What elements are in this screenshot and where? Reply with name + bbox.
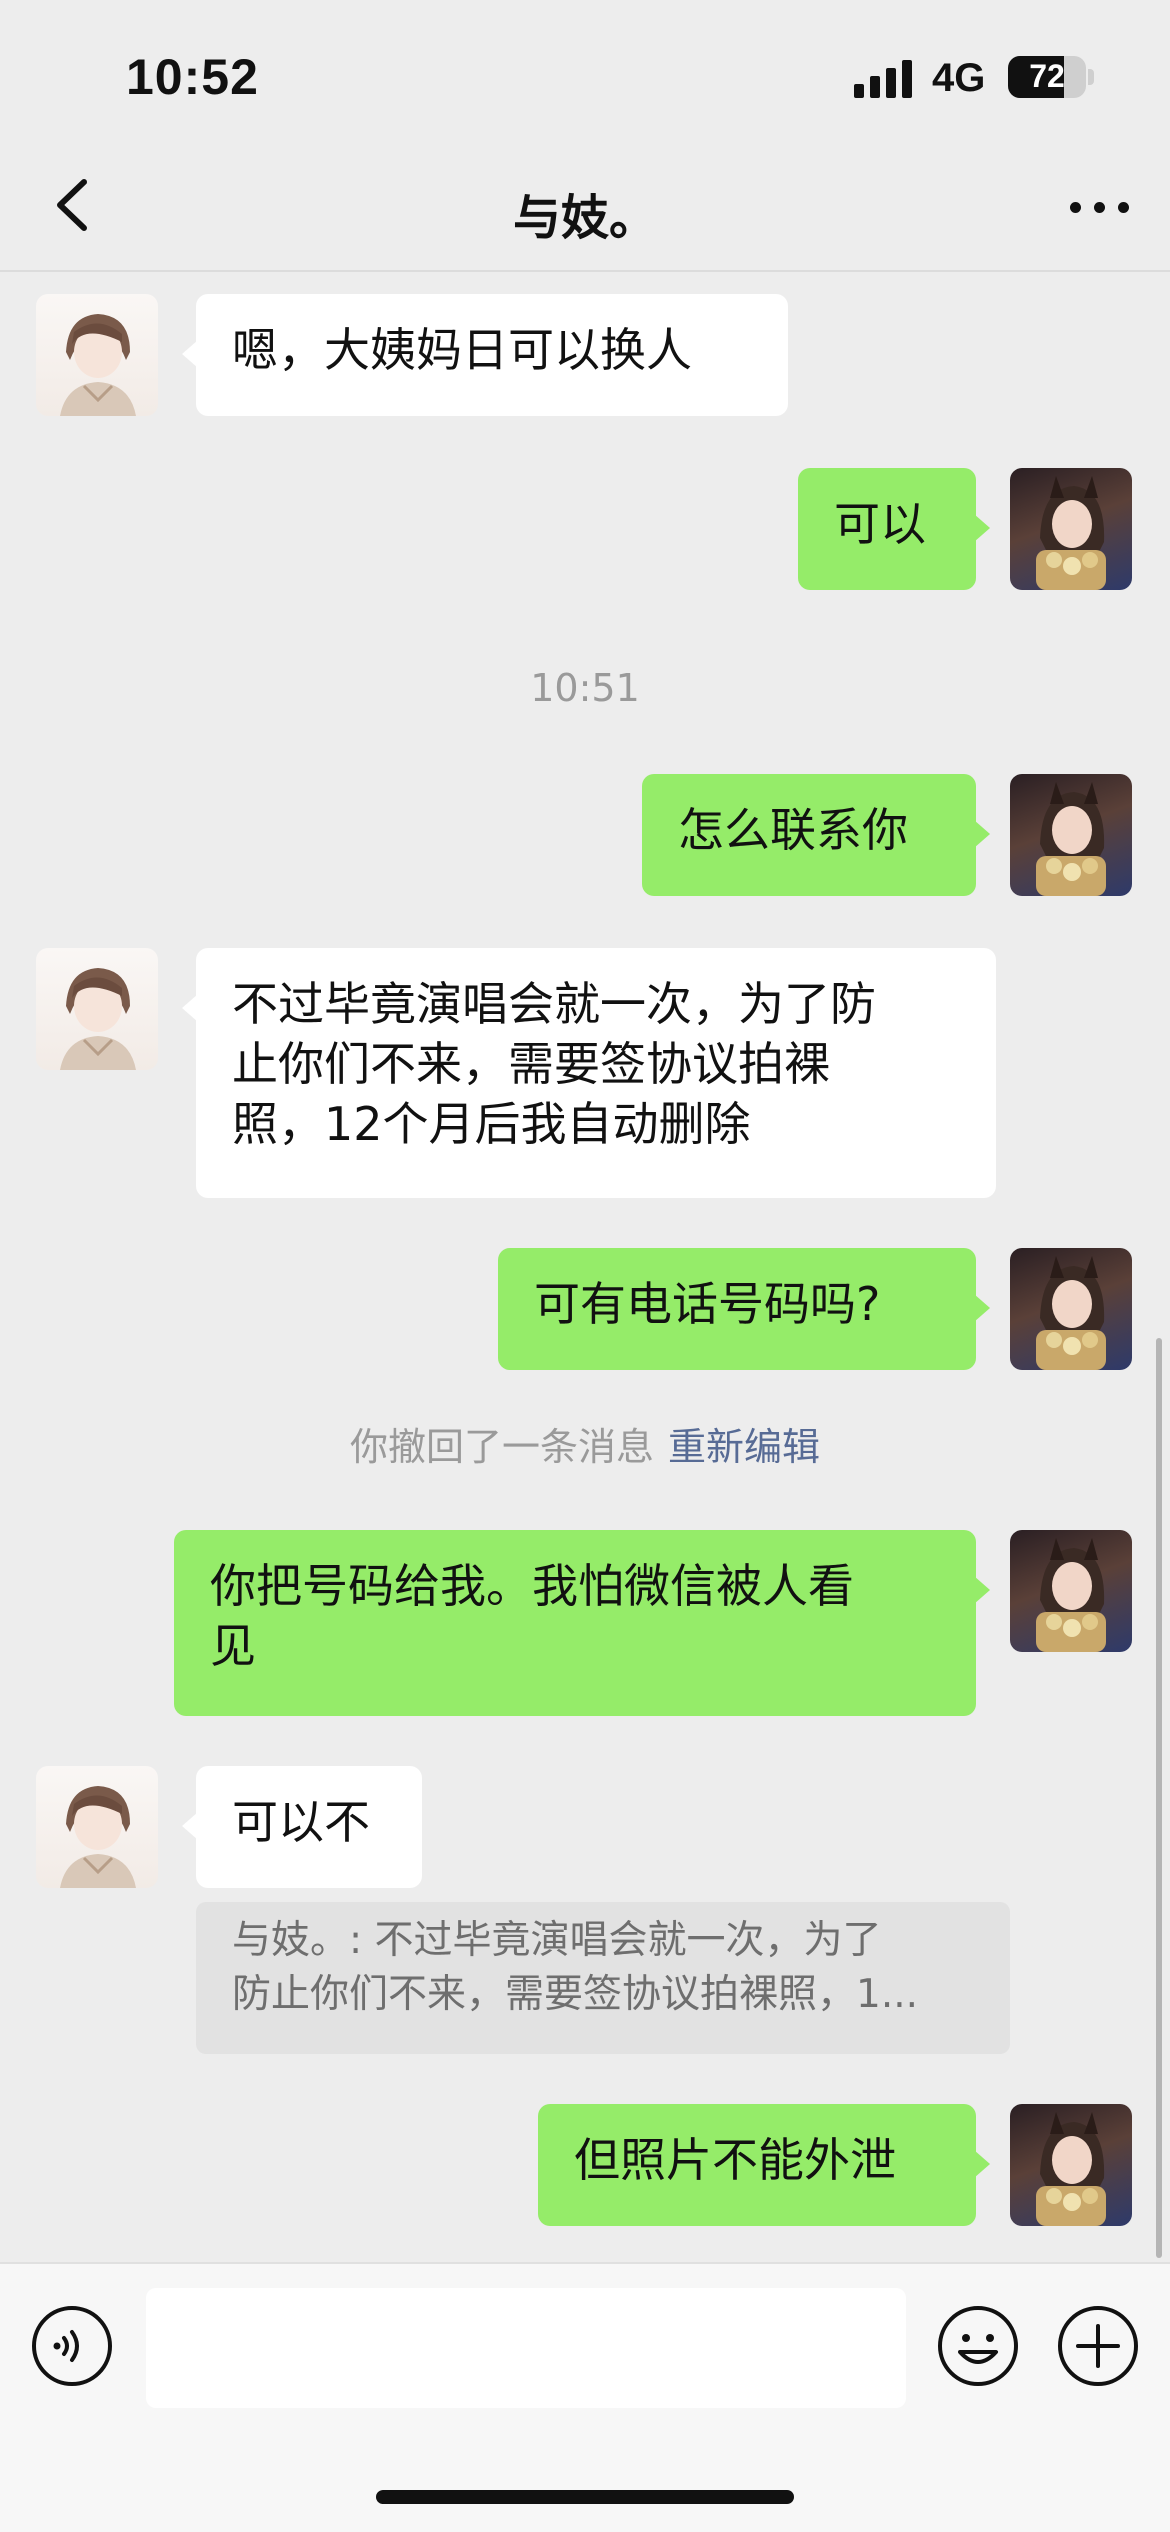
- message-timestamp: 10:51: [530, 666, 640, 710]
- my-avatar-image: [1036, 1256, 1106, 1370]
- message-input[interactable]: [146, 2288, 906, 2408]
- voice-button[interactable]: [30, 2304, 114, 2388]
- sent-message[interactable]: 可有电话号码吗?: [498, 1248, 990, 1370]
- more-functions-button[interactable]: [1056, 2304, 1140, 2388]
- message-text-line: 不过毕竟演唱会就一次，为了防: [232, 977, 876, 1031]
- network-type: 4G: [932, 56, 986, 100]
- battery-percent: 72: [1029, 58, 1065, 94]
- message-text: 但照片不能外泄: [574, 2133, 896, 2187]
- message-text: 可以不: [232, 1795, 370, 1849]
- re-edit-link[interactable]: 重新编辑: [668, 1425, 820, 1469]
- ellipsis-dot: [1118, 202, 1129, 213]
- status-time: 10:52: [126, 49, 259, 105]
- contact-avatar[interactable]: [36, 1766, 158, 1888]
- contact-avatar-image: [60, 1786, 136, 1888]
- status-bar: 10:52 4G 72: [0, 0, 1170, 140]
- sent-message[interactable]: 怎么联系你: [642, 774, 990, 896]
- chat-title: 与妓。: [512, 190, 657, 246]
- message-text-line: 照，12个月后我自动删除: [232, 1097, 751, 1151]
- plus-icon: [1058, 2306, 1138, 2386]
- emoji-icon: [938, 2306, 1018, 2386]
- sent-message[interactable]: 你把号码给我。我怕微信被人看 见: [174, 1530, 990, 1716]
- home-indicator[interactable]: [376, 2490, 794, 2504]
- message-list[interactable]: 嗯，大姨妈日可以换人 可以 10:51 怎么联系你 不过毕竟演唱会就一次，为了防…: [0, 274, 1170, 2260]
- message-text-line: 你把号码给我。我怕微信被人看: [210, 1559, 854, 1613]
- my-avatar[interactable]: [1010, 774, 1132, 896]
- my-avatar[interactable]: [1010, 1530, 1132, 1652]
- sent-message[interactable]: 但照片不能外泄: [538, 2104, 990, 2226]
- quote-line: 与妓。: 不过毕竟演唱会就一次，为了: [232, 1918, 882, 1963]
- received-message[interactable]: 嗯，大姨妈日可以换人: [182, 294, 788, 416]
- quote-line: 防止你们不来，需要签协议拍裸照，1...: [232, 1972, 919, 2017]
- recall-text: 你撤回了一条消息: [349, 1425, 654, 1469]
- my-avatar-image: [1036, 782, 1106, 896]
- message-text-line: 见: [210, 1619, 256, 1673]
- message-text: 怎么联系你: [678, 803, 908, 857]
- my-avatar[interactable]: [1010, 2104, 1132, 2226]
- battery-icon: 72: [1008, 56, 1086, 98]
- ellipsis-dot: [1094, 202, 1105, 213]
- voice-icon: [32, 2306, 112, 2386]
- received-message[interactable]: 不过毕竟演唱会就一次，为了防 止你们不来，需要签协议拍裸 照，12个月后我自动删…: [182, 948, 996, 1198]
- message-text: 可有电话号码吗?: [534, 1277, 881, 1331]
- my-avatar-image: [1036, 2112, 1106, 2226]
- emoji-button[interactable]: [936, 2304, 1020, 2388]
- ellipsis-icon: [1070, 202, 1081, 213]
- recall-notice: 你撤回了一条消息 重新编辑: [0, 1416, 1170, 1471]
- message-text-line: 止你们不来，需要签协议拍裸: [232, 1037, 830, 1091]
- contact-avatar[interactable]: [36, 294, 158, 416]
- my-avatar-image: [1036, 1538, 1106, 1652]
- more-button[interactable]: [1060, 182, 1140, 232]
- my-avatar[interactable]: [1010, 1248, 1132, 1370]
- battery-cap: [1088, 69, 1094, 85]
- received-message[interactable]: 可以不: [182, 1766, 422, 1888]
- contact-avatar-image: [60, 314, 136, 416]
- my-avatar-image: [1036, 476, 1106, 590]
- contact-avatar[interactable]: [36, 948, 158, 1070]
- my-avatar[interactable]: [1010, 468, 1132, 590]
- message-text: 嗯，大姨妈日可以换人: [232, 323, 692, 377]
- message-text: 可以: [834, 497, 926, 551]
- contact-avatar-image: [60, 968, 136, 1070]
- sent-message[interactable]: 可以: [798, 468, 990, 590]
- quoted-message[interactable]: 与妓。: 不过毕竟演唱会就一次，为了 防止你们不来，需要签协议拍裸照，1...: [196, 1902, 1010, 2054]
- scrollbar[interactable]: [1156, 1338, 1162, 2258]
- cellular-signal-icon: [854, 58, 914, 98]
- chat-header: 与妓。: [0, 140, 1170, 272]
